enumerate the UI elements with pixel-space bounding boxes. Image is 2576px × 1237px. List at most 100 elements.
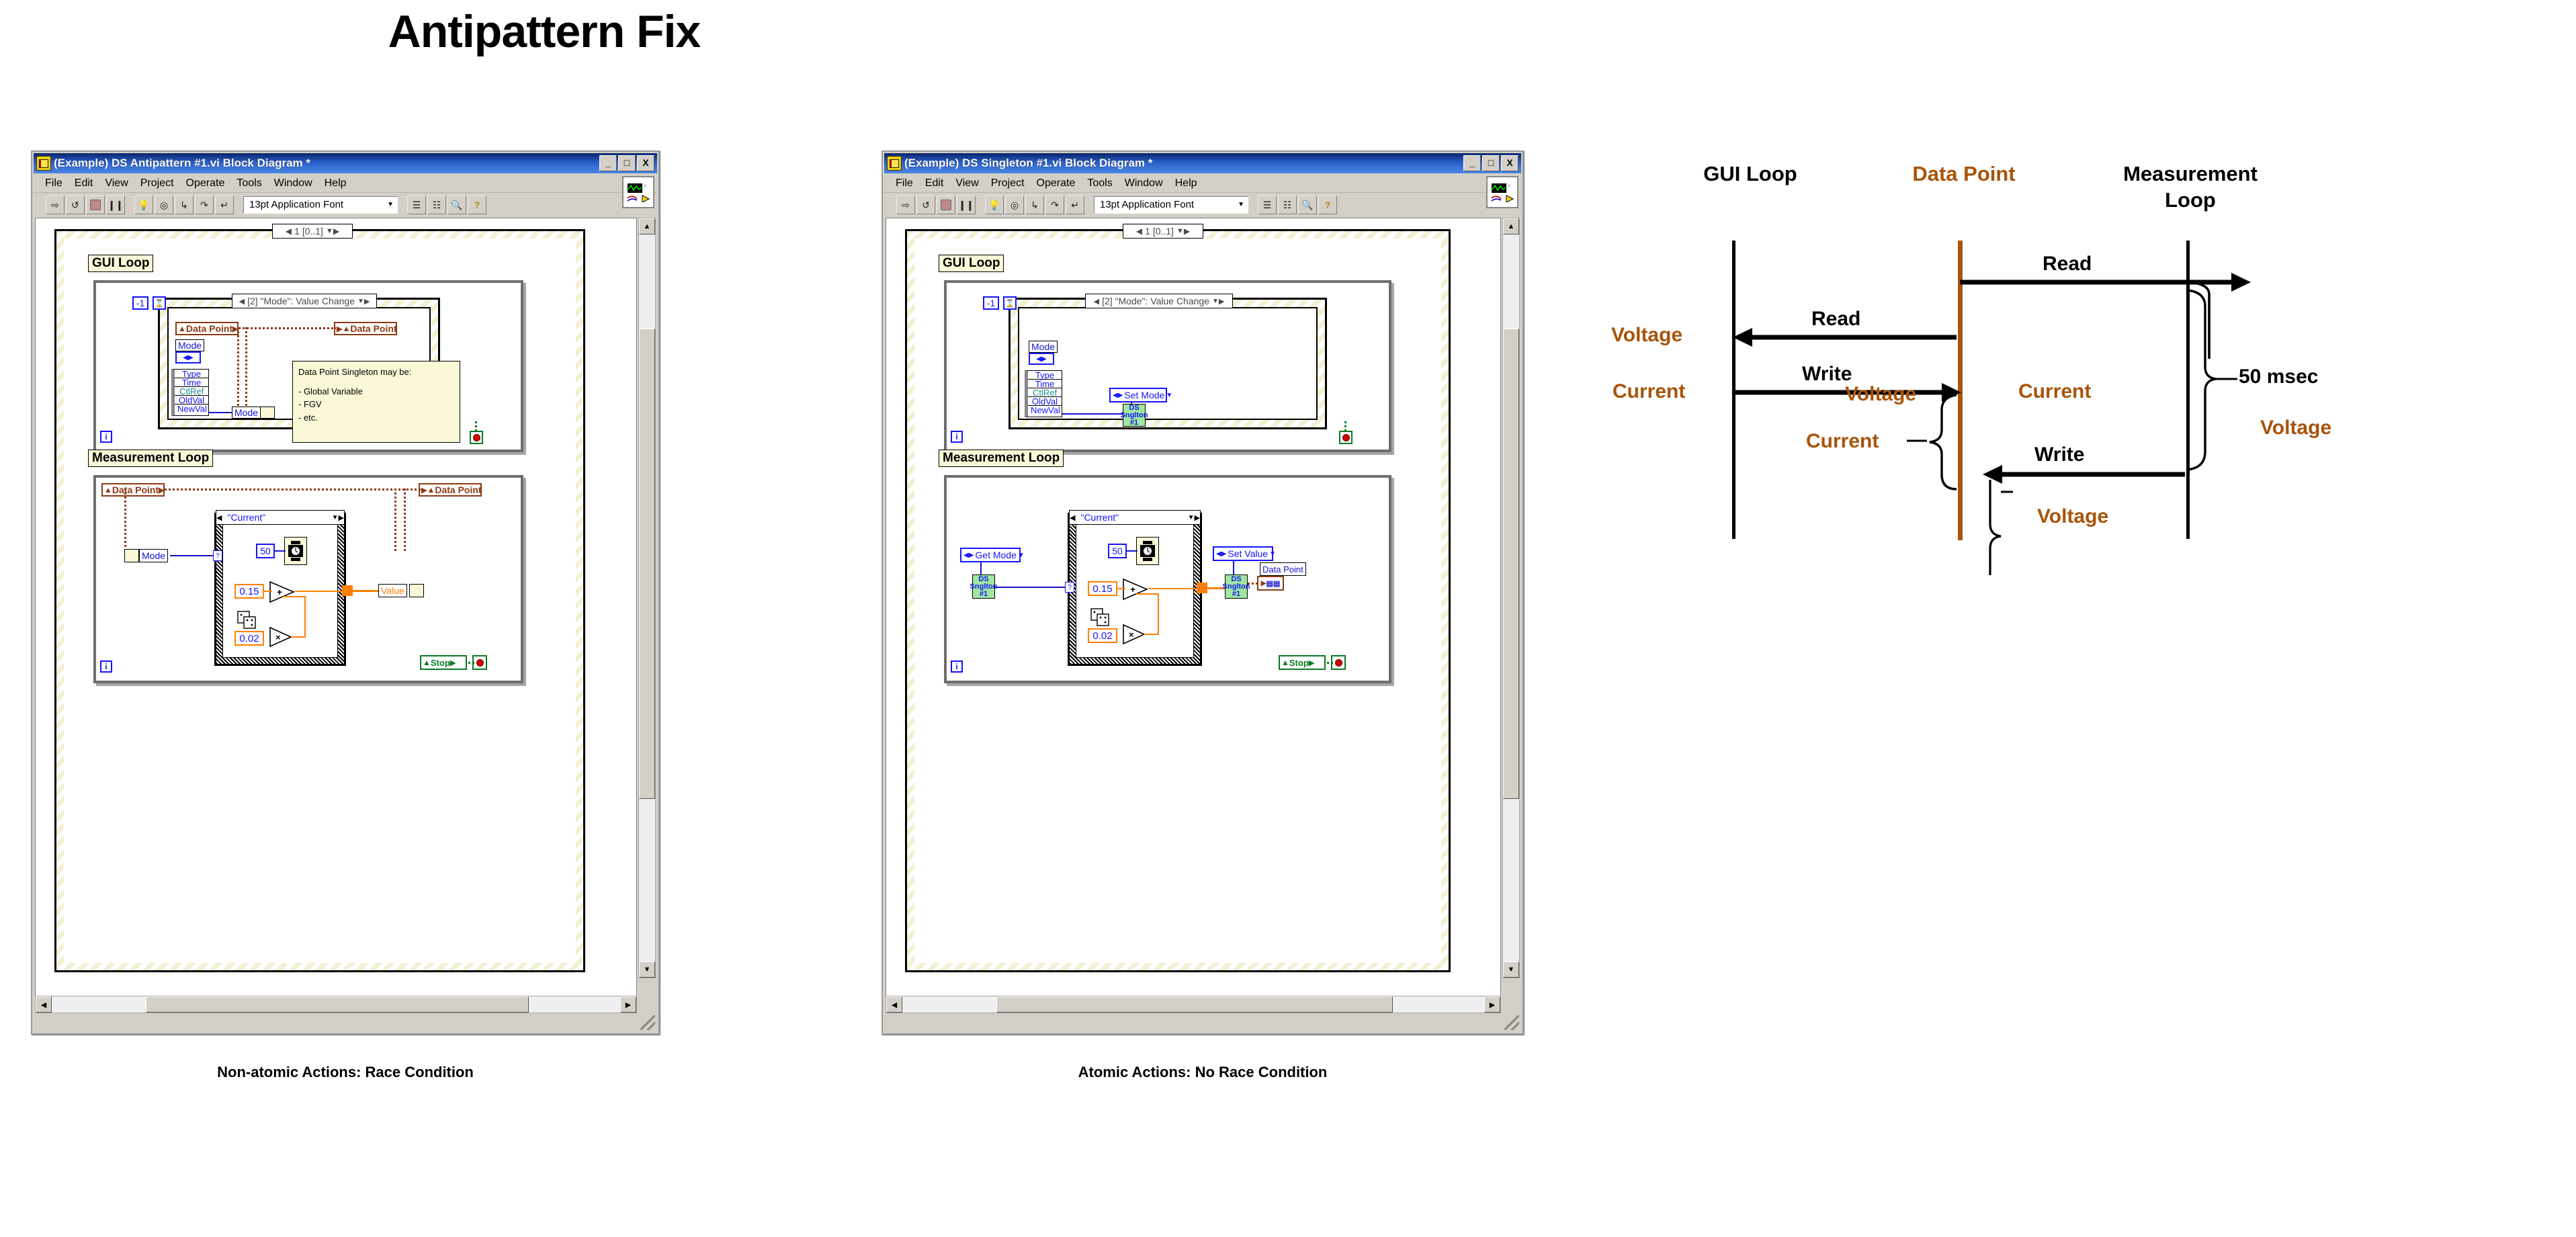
meas-data-point-write[interactable]: ▶ ▲ Data Point (419, 483, 482, 497)
stop-button-terminal[interactable]: ▲ Stop ▶ (420, 655, 467, 670)
scroll-up-button[interactable]: ▲ (639, 218, 655, 234)
menu-help[interactable]: Help (318, 177, 353, 189)
menu-tools[interactable]: Tools (1081, 177, 1118, 189)
highlight-execution-button[interactable]: 💡 (985, 196, 1004, 214)
step-out-button[interactable]: ↵ (1066, 196, 1084, 214)
resize-grip[interactable] (640, 1015, 655, 1030)
mode-control-terminal[interactable]: ◀▶ (175, 351, 201, 364)
case-selector-terminal[interactable]: ? (213, 550, 222, 561)
distribute-objects-button[interactable]: ☷ (427, 196, 446, 214)
vi-icon-pane[interactable] (1486, 176, 1518, 208)
toolbar[interactable]: ⇨ ↺ ❙❙ 💡 ◎ ↳ ↷ ↵ 13pt Application Font ▼… (34, 176, 657, 216)
retain-wire-values-button[interactable]: ◎ (155, 196, 173, 214)
meas-data-point-read[interactable]: ▲ Data Point ▶ (101, 483, 165, 497)
block-diagram-canvas[interactable]: ◀ 1 [0..1] ▼ ▶ GUI Loop -1 ⌛ ◀ [2] "Mode"… (35, 218, 637, 998)
close-button[interactable]: X (1501, 155, 1518, 171)
measurement-loop-iteration-terminal[interactable]: i (100, 660, 112, 673)
menu-file[interactable]: File (890, 177, 919, 189)
help-button[interactable]: ? (1318, 196, 1337, 214)
wait-ms-icon[interactable] (1136, 537, 1159, 565)
search-button[interactable]: 🔍 (447, 196, 466, 214)
event-timeout-terminal[interactable]: -1 (132, 296, 148, 310)
scroll-up-button[interactable]: ▲ (1503, 218, 1519, 234)
step-over-button[interactable]: ↷ (1045, 196, 1064, 214)
gui-loop-iteration-terminal[interactable]: i (951, 431, 963, 443)
step-into-button[interactable]: ↳ (175, 196, 194, 214)
highlight-execution-button[interactable]: 💡 (134, 196, 153, 214)
titlebar[interactable]: (Example) DS Singleton #1.vi Block Diagr… (884, 153, 1521, 173)
retain-wire-values-button[interactable]: ◎ (1005, 196, 1024, 214)
bundle-value-node[interactable]: Value (378, 584, 407, 597)
gui-loop-iteration-terminal[interactable]: i (100, 431, 112, 443)
pause-button[interactable]: ❙❙ (957, 196, 976, 214)
wait-ms-constant[interactable]: 50 (256, 544, 275, 558)
help-button[interactable]: ? (468, 196, 486, 214)
run-button[interactable]: ⇨ (896, 196, 915, 214)
horizontal-scrollbar[interactable]: ◀ ▶ (886, 996, 1501, 1013)
menu-edit[interactable]: Edit (69, 177, 99, 189)
horizontal-scrollbar[interactable]: ◀ ▶ (35, 996, 637, 1013)
set-mode-enum[interactable]: ◀▶ Set Mode ▼ (1109, 388, 1172, 402)
wait-ms-constant[interactable]: 50 (1108, 544, 1127, 558)
menu-project[interactable]: Project (134, 177, 180, 189)
constant-0-02[interactable]: 0.02 (234, 631, 264, 646)
vi-icon-pane[interactable] (622, 176, 654, 208)
scroll-down-button[interactable]: ▼ (639, 962, 655, 978)
menu-operate[interactable]: Operate (180, 177, 231, 189)
case-selector-terminal[interactable]: ? (1065, 582, 1074, 593)
maximize-button[interactable]: □ (618, 155, 636, 171)
gui-loop-stop-terminal[interactable] (470, 431, 483, 444)
event-timeout-icon[interactable]: ⌛ (1003, 296, 1017, 310)
step-out-button[interactable]: ↵ (215, 196, 234, 214)
menu-edit[interactable]: Edit (919, 177, 950, 189)
wait-ms-icon[interactable] (284, 537, 307, 565)
close-button[interactable]: X (637, 155, 654, 171)
event-case-selector[interactable]: ◀ [2] "Mode": Value Change ▼ ▶ (1085, 294, 1233, 308)
window-antipattern[interactable]: (Example) DS Antipattern #1.vi Block Dia… (31, 151, 660, 1035)
window-controls[interactable]: _ □ X (1463, 155, 1520, 171)
menubar[interactable]: File Edit View Project Operate Tools Win… (884, 175, 1521, 193)
case-selector[interactable]: ◀ "Current" ▼ ▶ (1069, 510, 1201, 525)
timed-loop-index-selector[interactable]: ◀ 1 [0..1] ▼ ▶ (272, 224, 353, 239)
mode-control-terminal[interactable]: ◀▶ (1029, 353, 1054, 365)
set-value-enum[interactable]: ◀▶ Set Value ▼ (1213, 546, 1276, 561)
menu-window[interactable]: Window (268, 177, 318, 189)
stop-button-terminal[interactable]: ▲ Stop ▶ (1279, 655, 1326, 670)
ds-singleton-vi[interactable]: DS Snglton #1 (1121, 404, 1148, 427)
gui-data-point-read[interactable]: ▲ Data Point ▶ (175, 322, 239, 335)
run-continuously-button[interactable]: ↺ (916, 196, 935, 214)
horizontal-scroll-thumb[interactable] (146, 996, 529, 1013)
scroll-right-button[interactable]: ▶ (620, 996, 636, 1013)
measurement-loop-iteration-terminal[interactable]: i (951, 660, 963, 673)
menubar[interactable]: File Edit View Project Operate Tools Win… (34, 175, 657, 193)
minimize-button[interactable]: _ (599, 155, 617, 171)
align-objects-button[interactable]: ☰ (407, 196, 426, 214)
timed-loop-index-selector[interactable]: ◀ 1 [0..1] ▼ ▶ (1123, 224, 1203, 239)
abort-button[interactable] (937, 196, 955, 214)
gui-data-point-write[interactable]: ▶ ▲ Data Point (334, 322, 397, 335)
event-timeout-terminal[interactable]: -1 (983, 296, 999, 310)
align-objects-button[interactable]: ☰ (1258, 196, 1277, 214)
bundle-mode-node[interactable]: Mode (232, 407, 261, 419)
maximize-button[interactable]: □ (1482, 155, 1500, 171)
run-button[interactable]: ⇨ (46, 196, 65, 214)
vertical-scrollbar[interactable]: ▲ ▼ (638, 218, 656, 978)
menu-view[interactable]: View (949, 177, 984, 189)
resize-grip[interactable] (1504, 1015, 1519, 1030)
menu-window[interactable]: Window (1119, 177, 1169, 189)
block-diagram-canvas[interactable]: ◀ 1 [0..1] ▼ ▶ GUI Loop -1 ⌛ ◀ [2] "Mode"… (886, 218, 1501, 998)
event-data-terminals[interactable]: Type Time CtlRef OldVal NewVal (1025, 370, 1062, 417)
search-button[interactable]: 🔍 (1298, 196, 1317, 214)
horizontal-scroll-thumb[interactable] (996, 996, 1393, 1013)
menu-help[interactable]: Help (1169, 177, 1203, 189)
font-selector[interactable]: 13pt Application Font ▼ (1094, 196, 1248, 214)
case-selector[interactable]: ◀ "Current" ▼ ▶ (216, 510, 345, 525)
abort-button[interactable] (86, 196, 105, 214)
scroll-right-button[interactable]: ▶ (1484, 996, 1500, 1013)
constant-0-02[interactable]: 0.02 (1088, 628, 1117, 643)
step-into-button[interactable]: ↳ (1025, 196, 1044, 214)
titlebar[interactable]: (Example) DS Antipattern #1.vi Block Dia… (34, 153, 657, 173)
menu-operate[interactable]: Operate (1031, 177, 1082, 189)
vertical-scrollbar[interactable]: ▲ ▼ (1502, 218, 1520, 978)
vertical-scroll-thumb[interactable] (1503, 329, 1519, 799)
